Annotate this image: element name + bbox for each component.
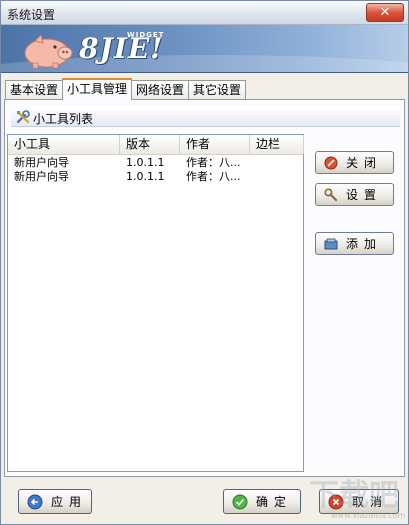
tab-network-settings[interactable]: 网络设置	[131, 80, 190, 100]
watermark-logo-icon: 下载吧	[309, 478, 399, 513]
header-banner: WIDGET 8JIE!	[1, 25, 408, 73]
check-icon	[232, 494, 248, 509]
ok-label: 确定	[256, 495, 293, 509]
widget-management-panel: 小工具列表 小工具 版本 作者 边栏 新用户向导 1.0.1.1 作者：八...…	[4, 99, 405, 477]
widget-list[interactable]: 小工具 版本 作者 边栏 新用户向导 1.0.1.1 作者：八... 新用户向导…	[7, 134, 304, 472]
settings-label: 设置	[346, 188, 383, 202]
add-widget-label: 添加	[346, 237, 383, 251]
tab-widget-management[interactable]: 小工具管理	[62, 78, 133, 100]
window-close-button[interactable]: ✕	[366, 3, 404, 22]
widget-version: 1.0.1.1	[126, 156, 165, 169]
watermark-text: www.xiazaiba.com	[331, 511, 406, 520]
list-item[interactable]: 新用户向导 1.0.1.1 作者：八...	[8, 170, 303, 184]
settings-button[interactable]: 设置	[315, 183, 394, 206]
widget-name: 新用户向导	[14, 156, 69, 169]
tools-icon	[16, 110, 30, 124]
apply-arrow-icon	[27, 494, 43, 509]
column-header-widget[interactable]: 小工具	[8, 135, 120, 154]
apply-button[interactable]: 应用	[18, 489, 92, 514]
list-header: 小工具 版本 作者 边栏	[8, 135, 304, 155]
pig-mascot-icon	[24, 34, 73, 69]
column-header-author[interactable]: 作者	[180, 135, 250, 154]
add-widget-icon	[324, 238, 338, 249]
tab-other-settings[interactable]: 其它设置	[188, 80, 247, 100]
widget-version: 1.0.1.1	[126, 170, 165, 183]
apply-label: 应用	[51, 495, 88, 509]
add-widget-button[interactable]: 添加	[315, 232, 394, 255]
column-header-version[interactable]: 版本	[120, 135, 180, 154]
section-title: 小工具列表	[33, 112, 94, 126]
list-item[interactable]: 新用户向导 1.0.1.1 作者：八...	[8, 156, 303, 170]
widget-name: 新用户向导	[14, 170, 69, 183]
settings-window: 系统设置 ✕ WIDGET 8JIE! 基本设置 小工具管理 网络设置 其它设置	[0, 0, 409, 525]
widget-author: 作者：八...	[186, 156, 241, 169]
close-widget-button[interactable]: 关闭	[315, 151, 394, 174]
logo-text: 8JIE!	[79, 32, 164, 65]
title-bar[interactable]: 系统设置 ✕	[1, 1, 408, 25]
stop-icon	[324, 156, 338, 169]
tab-basic-settings[interactable]: 基本设置	[5, 80, 64, 100]
tab-strip: 基本设置 小工具管理 网络设置 其它设置	[5, 78, 247, 100]
wrench-icon	[324, 187, 338, 201]
svg-text:下载吧: 下载吧	[309, 478, 399, 513]
close-widget-label: 关闭	[346, 156, 383, 170]
ok-button[interactable]: 确定	[223, 489, 301, 514]
column-header-sidebar[interactable]: 边栏	[250, 135, 304, 154]
widget-author: 作者：八...	[186, 170, 241, 183]
window-title: 系统设置	[7, 8, 56, 22]
section-header: 小工具列表	[11, 107, 400, 127]
